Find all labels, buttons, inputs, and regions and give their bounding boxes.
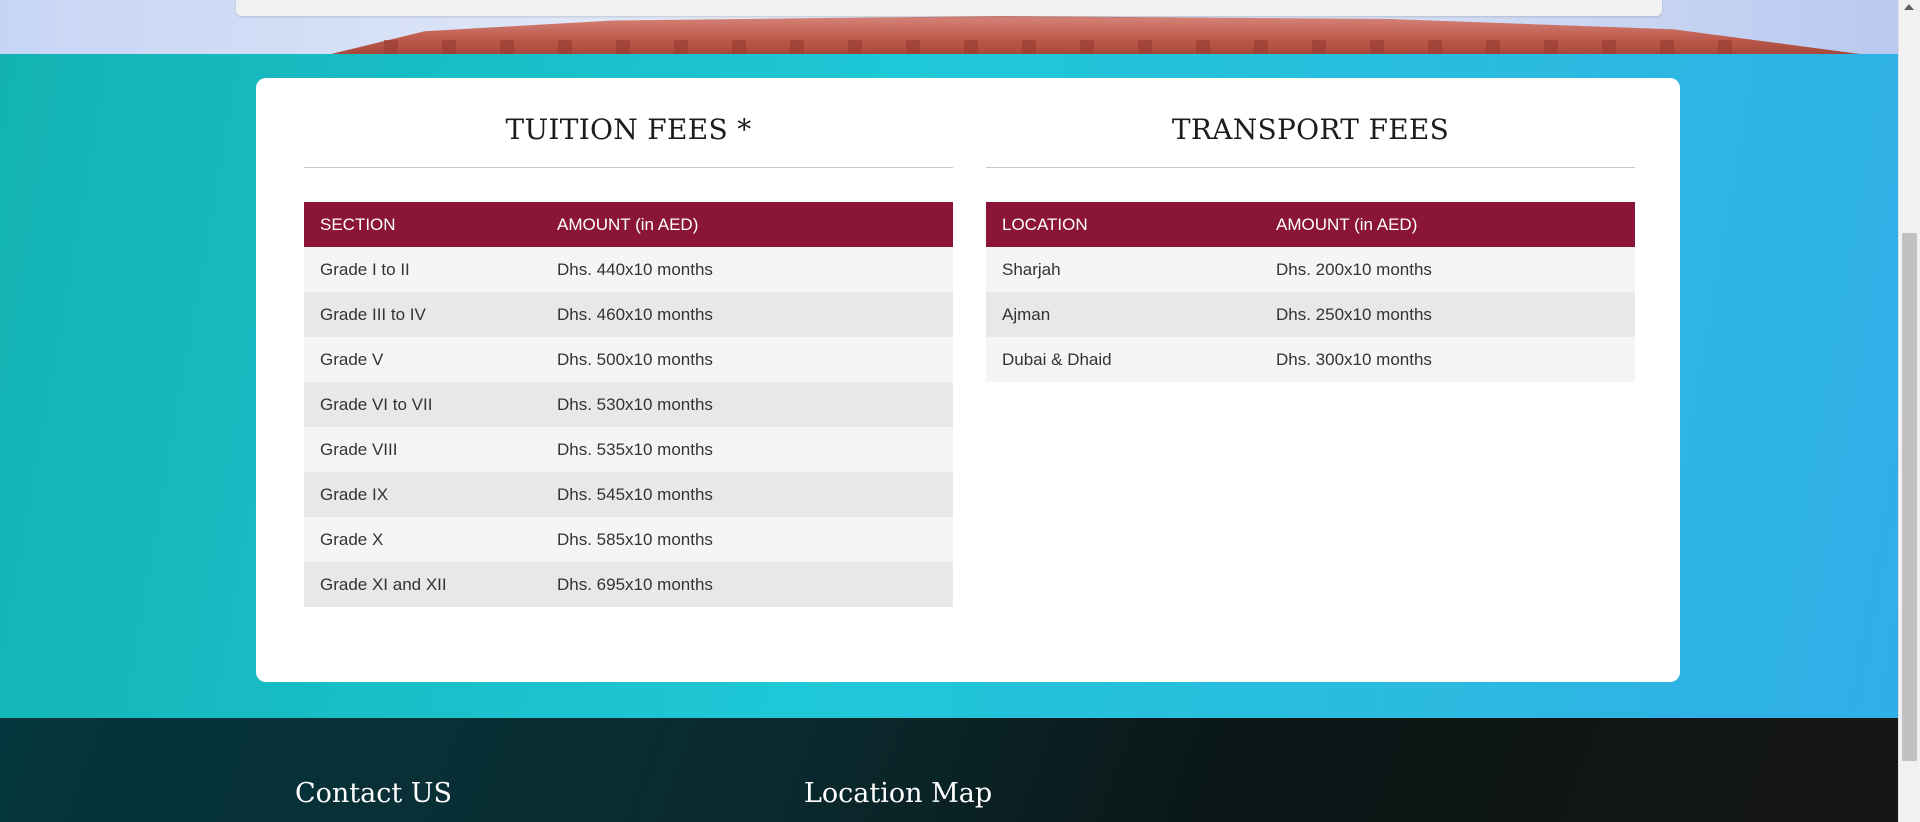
- hero-card-bottom: [236, 0, 1662, 16]
- table-row: Grade I to II Dhs. 440x10 months: [304, 247, 953, 292]
- amount-cell: Dhs. 440x10 months: [541, 247, 953, 292]
- amount-cell: Dhs. 300x10 months: [1260, 337, 1635, 382]
- fees-section: TUITION FEES * SECTION AMOUNT (in AED) G…: [0, 54, 1899, 718]
- section-cell: Grade I to II: [304, 247, 541, 292]
- hero-banner: [0, 0, 1899, 54]
- contact-us-heading: Contact US: [295, 778, 453, 809]
- section-cell: Grade XI and XII: [304, 562, 541, 607]
- table-row: Grade XI and XII Dhs. 695x10 months: [304, 562, 953, 607]
- table-row: Grade III to IV Dhs. 460x10 months: [304, 292, 953, 337]
- tuition-fees-table: SECTION AMOUNT (in AED) Grade I to II Dh…: [304, 202, 953, 607]
- section-column-header: SECTION: [304, 202, 541, 247]
- table-row: Sharjah Dhs. 200x10 months: [986, 247, 1635, 292]
- location-cell: Sharjah: [986, 247, 1260, 292]
- location-cell: Ajman: [986, 292, 1260, 337]
- amount-cell: Dhs. 545x10 months: [541, 472, 953, 517]
- transport-fees-table: LOCATION AMOUNT (in AED) Sharjah Dhs. 20…: [986, 202, 1635, 382]
- section-cell: Grade VIII: [304, 427, 541, 472]
- transport-fees-title: TRANSPORT FEES: [1171, 113, 1450, 146]
- amount-cell: Dhs. 695x10 months: [541, 562, 953, 607]
- amount-column-header: AMOUNT (in AED): [1260, 202, 1635, 247]
- section-cell: Grade III to IV: [304, 292, 541, 337]
- amount-column-header: AMOUNT (in AED): [541, 202, 953, 247]
- table-row: Dubai & Dhaid Dhs. 300x10 months: [986, 337, 1635, 382]
- table-row: Grade VIII Dhs. 535x10 months: [304, 427, 953, 472]
- table-row: Grade VI to VII Dhs. 530x10 months: [304, 382, 953, 427]
- amount-cell: Dhs. 250x10 months: [1260, 292, 1635, 337]
- table-row: Grade IX Dhs. 545x10 months: [304, 472, 953, 517]
- location-cell: Dubai & Dhaid: [986, 337, 1260, 382]
- site-footer: Contact US Location Map: [0, 718, 1899, 822]
- section-cell: Grade V: [304, 337, 541, 382]
- page-scrollbar[interactable]: [1898, 0, 1920, 822]
- amount-cell: Dhs. 200x10 months: [1260, 247, 1635, 292]
- section-cell: Grade VI to VII: [304, 382, 541, 427]
- scroll-up-arrow-icon[interactable]: [1904, 4, 1914, 10]
- table-row: Grade X Dhs. 585x10 months: [304, 517, 953, 562]
- transport-fees-column: TRANSPORT FEES LOCATION AMOUNT (in AED) …: [986, 78, 1635, 382]
- tuition-fees-title: TUITION FEES *: [505, 113, 752, 146]
- tuition-fees-column: TUITION FEES * SECTION AMOUNT (in AED) G…: [304, 78, 953, 607]
- amount-cell: Dhs. 535x10 months: [541, 427, 953, 472]
- table-header-row: SECTION AMOUNT (in AED): [304, 202, 953, 247]
- hero-roof-beams: [340, 40, 1740, 54]
- tuition-title-divider: [304, 167, 953, 168]
- amount-cell: Dhs. 585x10 months: [541, 517, 953, 562]
- transport-title-divider: [986, 167, 1635, 168]
- section-cell: Grade IX: [304, 472, 541, 517]
- scrollbar-thumb[interactable]: [1902, 233, 1917, 761]
- amount-cell: Dhs. 460x10 months: [541, 292, 953, 337]
- section-cell: Grade X: [304, 517, 541, 562]
- table-row: Grade V Dhs. 500x10 months: [304, 337, 953, 382]
- table-row: Ajman Dhs. 250x10 months: [986, 292, 1635, 337]
- amount-cell: Dhs. 530x10 months: [541, 382, 953, 427]
- location-column-header: LOCATION: [986, 202, 1260, 247]
- location-map-heading: Location Map: [804, 778, 993, 809]
- fees-card: TUITION FEES * SECTION AMOUNT (in AED) G…: [256, 78, 1680, 682]
- amount-cell: Dhs. 500x10 months: [541, 337, 953, 382]
- table-header-row: LOCATION AMOUNT (in AED): [986, 202, 1635, 247]
